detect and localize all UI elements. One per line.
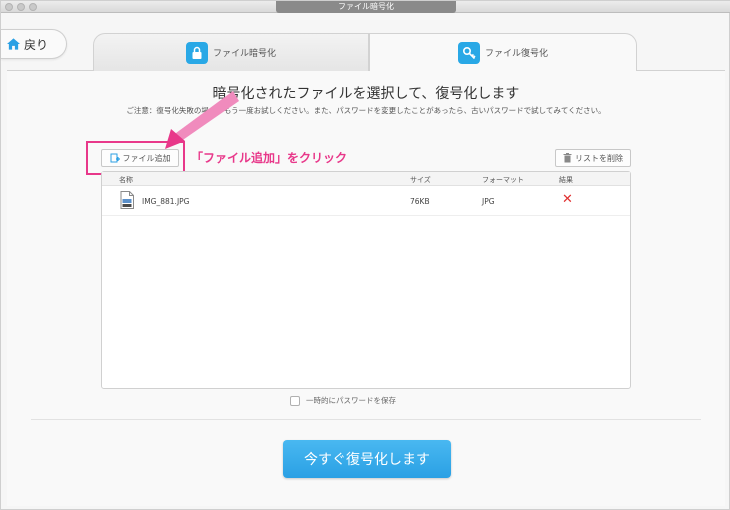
- back-label: 戻り: [24, 37, 49, 52]
- zoom-window-button[interactable]: [29, 3, 37, 11]
- decrypt-now-button[interactable]: 今すぐ復号化します: [283, 440, 451, 478]
- clear-list-label: リストを削除: [575, 153, 623, 163]
- page-heading: 暗号化されたファイルを選択して、復号化します: [212, 86, 520, 102]
- tab-decrypt-label: ファイル復号化: [484, 49, 548, 59]
- column-header-name: 名称: [119, 176, 133, 184]
- tab-decrypt[interactable]: ファイル復号化: [369, 33, 637, 71]
- divider: [31, 419, 701, 420]
- save-password-checkbox[interactable]: 一時的にパスワードを保存: [290, 395, 396, 406]
- back-button[interactable]: 戻り: [1, 29, 67, 59]
- trash-icon: [563, 153, 572, 163]
- file-format: JPG: [482, 197, 495, 206]
- save-password-label: 一時的にパスワードを保存: [306, 396, 396, 405]
- tab-encrypt-label: ファイル暗号化: [212, 49, 276, 59]
- lock-icon: [185, 41, 208, 64]
- file-name: IMG_881.JPG: [142, 197, 190, 206]
- annotation-highlight: [86, 141, 185, 175]
- table-row[interactable]: IMG_881.JPG 76KB JPG ✕: [102, 186, 630, 216]
- title-bar: ファイル暗号化: [1, 1, 730, 13]
- tab-encrypt[interactable]: ファイル暗号化: [93, 33, 369, 71]
- jpg-file-icon: [120, 191, 134, 209]
- home-icon: [7, 38, 20, 50]
- column-header-result: 結果: [559, 176, 573, 184]
- clear-list-button[interactable]: リストを削除: [555, 149, 631, 167]
- checkbox-box[interactable]: [290, 395, 300, 406]
- file-size: 76KB: [410, 197, 430, 206]
- window-title: ファイル暗号化: [276, 1, 456, 13]
- result-failed-icon: ✕: [562, 192, 573, 207]
- column-header-size: サイズ: [410, 176, 431, 184]
- file-table: 名称 サイズ フォーマット 結果 IMG_881.JPG 76KB JPG ✕: [101, 171, 631, 389]
- minimize-window-button[interactable]: [17, 3, 25, 11]
- app-window: ファイル暗号化 戻り ファイル暗号化 ファイル復号化 暗号化されたファイルを選択…: [0, 0, 730, 510]
- notice-text: ご注意：復号化失敗の場合、もう一度お試しください。また、パスワードを変更したこと…: [126, 106, 606, 115]
- annotation-text: 「ファイル追加」をクリック: [191, 151, 348, 165]
- key-icon: [457, 41, 480, 64]
- close-window-button[interactable]: [5, 3, 13, 11]
- column-header-format: フォーマット: [482, 176, 524, 184]
- table-header: 名称 サイズ フォーマット 結果: [102, 172, 630, 186]
